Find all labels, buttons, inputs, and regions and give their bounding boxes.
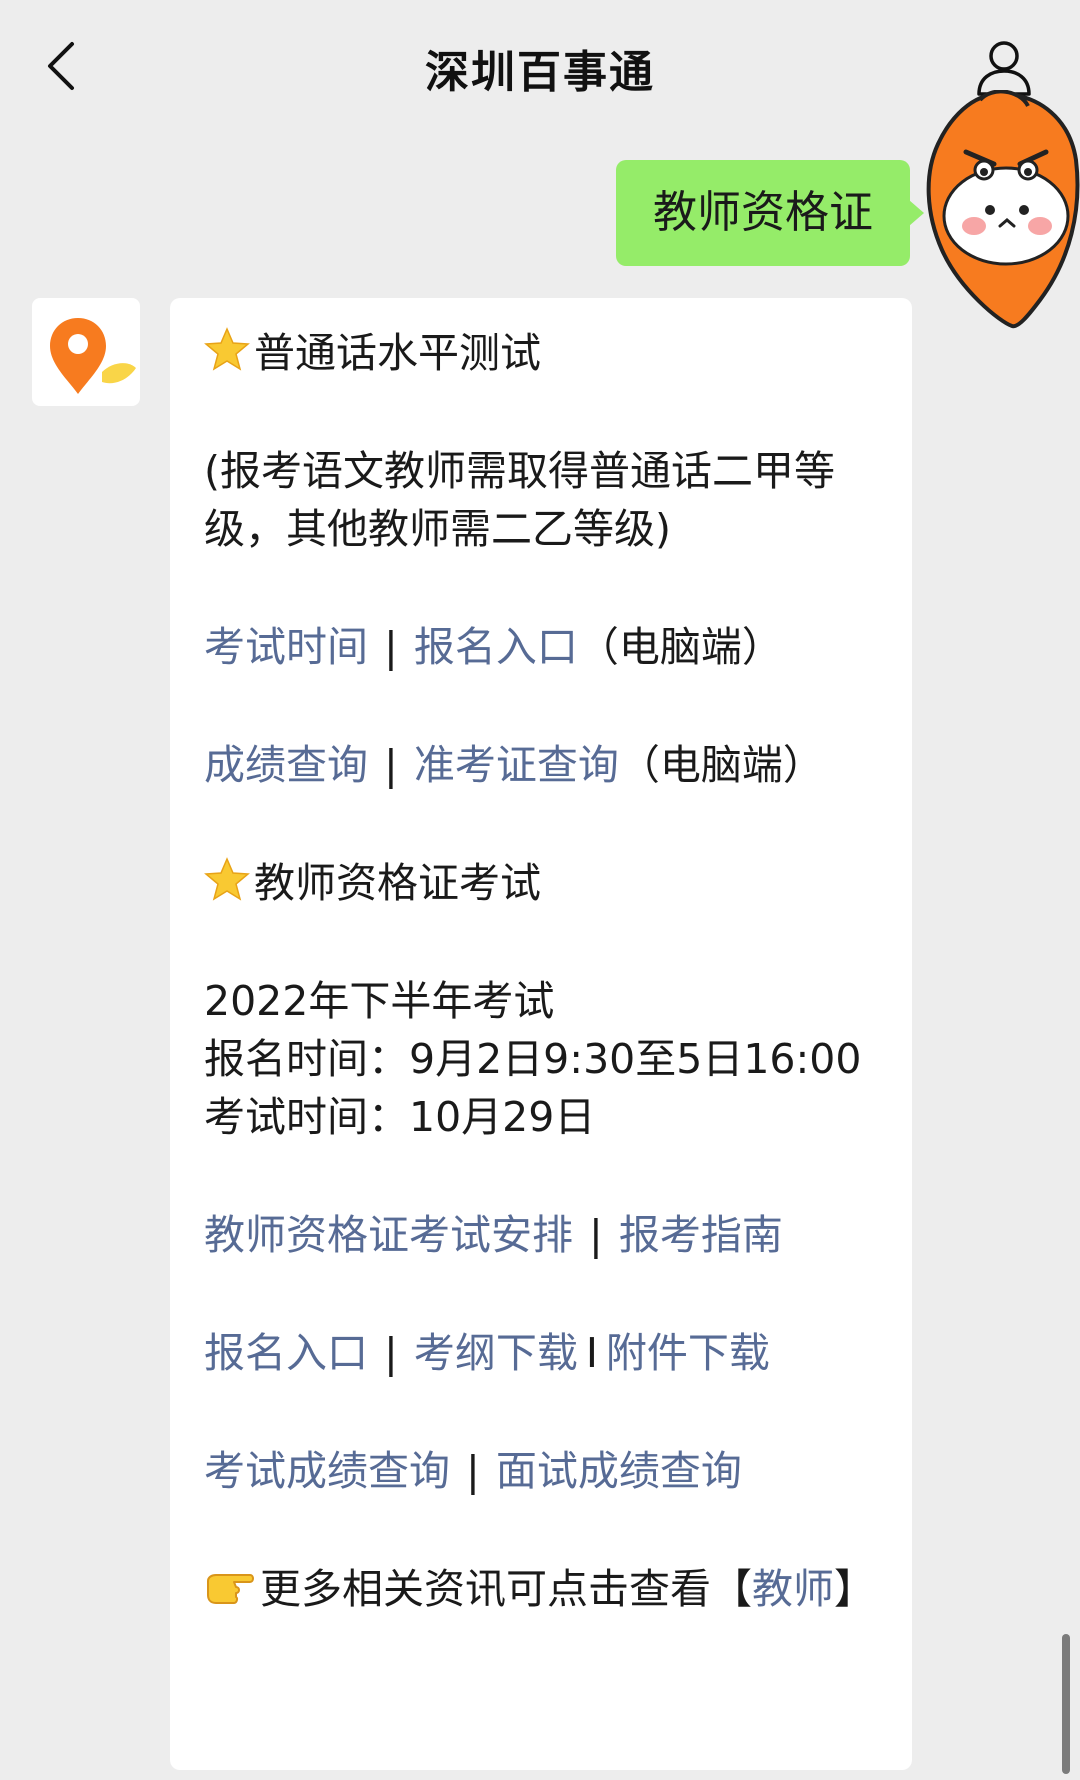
bot-avatar[interactable] bbox=[32, 298, 140, 406]
pc-note: （电脑端） bbox=[618, 741, 824, 789]
exam-info: 2022年下半年考试 报名时间：9月2日9:30至5日16:00 考试时间：10… bbox=[204, 972, 882, 1146]
attachment-download-link[interactable]: 附件下载 bbox=[606, 1329, 770, 1377]
admission-ticket-link[interactable]: 准考证查询 bbox=[414, 741, 619, 789]
separator: | bbox=[384, 623, 398, 671]
separator: | bbox=[384, 741, 398, 789]
bracket: 】 bbox=[834, 1565, 875, 1613]
separator: | bbox=[589, 1211, 603, 1259]
registration-link[interactable]: 报名入口 bbox=[414, 623, 578, 671]
section-title: 普通话水平测试 bbox=[254, 329, 541, 377]
top-bar: 深圳百事通 bbox=[0, 0, 1080, 130]
location-pin-icon bbox=[50, 318, 136, 394]
bracket: 【 bbox=[711, 1565, 752, 1613]
page-title: 深圳百事通 bbox=[425, 47, 655, 98]
link-row: 报名入口 | 考纲下载 I 附件下载 bbox=[204, 1324, 882, 1382]
more-text: 更多相关资讯可点击查看 bbox=[260, 1565, 711, 1613]
registration-link[interactable]: 报名入口 bbox=[204, 1329, 368, 1377]
separator: | bbox=[384, 1329, 398, 1377]
more-info: 更多相关资讯可点击查看【教师】 bbox=[204, 1560, 882, 1618]
teacher-topic-link[interactable]: 教师 bbox=[752, 1565, 834, 1613]
link-row: 教师资格证考试安排 | 报考指南 bbox=[204, 1206, 882, 1264]
score-query-link[interactable]: 成绩查询 bbox=[204, 741, 368, 789]
user-avatar[interactable] bbox=[920, 90, 1080, 330]
putonghua-note: (报考语文教师需取得普通话二甲等级，其他教师需二乙等级) bbox=[204, 447, 835, 553]
exam-info-line: 2022年下半年考试 bbox=[204, 977, 555, 1025]
link-row: 考试成绩查询 | 面试成绩查询 bbox=[204, 1442, 882, 1500]
star-emoji-icon bbox=[204, 327, 250, 371]
user-message-bubble[interactable]: 教师资格证 bbox=[616, 160, 924, 266]
section-heading-teacher-cert: 教师资格证考试 bbox=[204, 854, 882, 912]
exam-schedule-link[interactable]: 教师资格证考试安排 bbox=[204, 1211, 573, 1259]
link-row: 考试时间 | 报名入口（电脑端） bbox=[204, 618, 882, 676]
pointing-hand-icon bbox=[207, 1574, 254, 1604]
separator: I bbox=[585, 1329, 598, 1377]
exam-guide-link[interactable]: 报考指南 bbox=[619, 1211, 783, 1259]
link-row: 成绩查询 | 准考证查询（电脑端） bbox=[204, 736, 882, 794]
section-heading-putonghua: 普通话水平测试 bbox=[204, 324, 882, 382]
interview-score-link[interactable]: 面试成绩查询 bbox=[496, 1447, 742, 1495]
scrollbar[interactable] bbox=[1062, 1634, 1070, 1774]
exam-info-line: 考试时间：10月29日 bbox=[204, 1093, 596, 1141]
exam-time-link[interactable]: 考试时间 bbox=[204, 623, 368, 671]
star-emoji-icon bbox=[204, 857, 250, 901]
separator: | bbox=[466, 1447, 480, 1495]
bot-message-bubble: 普通话水平测试 (报考语文教师需取得普通话二甲等级，其他教师需二乙等级) 考试时… bbox=[170, 298, 912, 1770]
pc-note: （电脑端） bbox=[577, 623, 783, 671]
written-score-link[interactable]: 考试成绩查询 bbox=[204, 1447, 450, 1495]
person-icon[interactable] bbox=[975, 38, 1033, 96]
exam-info-line: 报名时间：9月2日9:30至5日16:00 bbox=[204, 1035, 862, 1083]
syllabus-download-link[interactable]: 考纲下载 bbox=[414, 1329, 578, 1377]
section-title: 教师资格证考试 bbox=[254, 859, 541, 907]
